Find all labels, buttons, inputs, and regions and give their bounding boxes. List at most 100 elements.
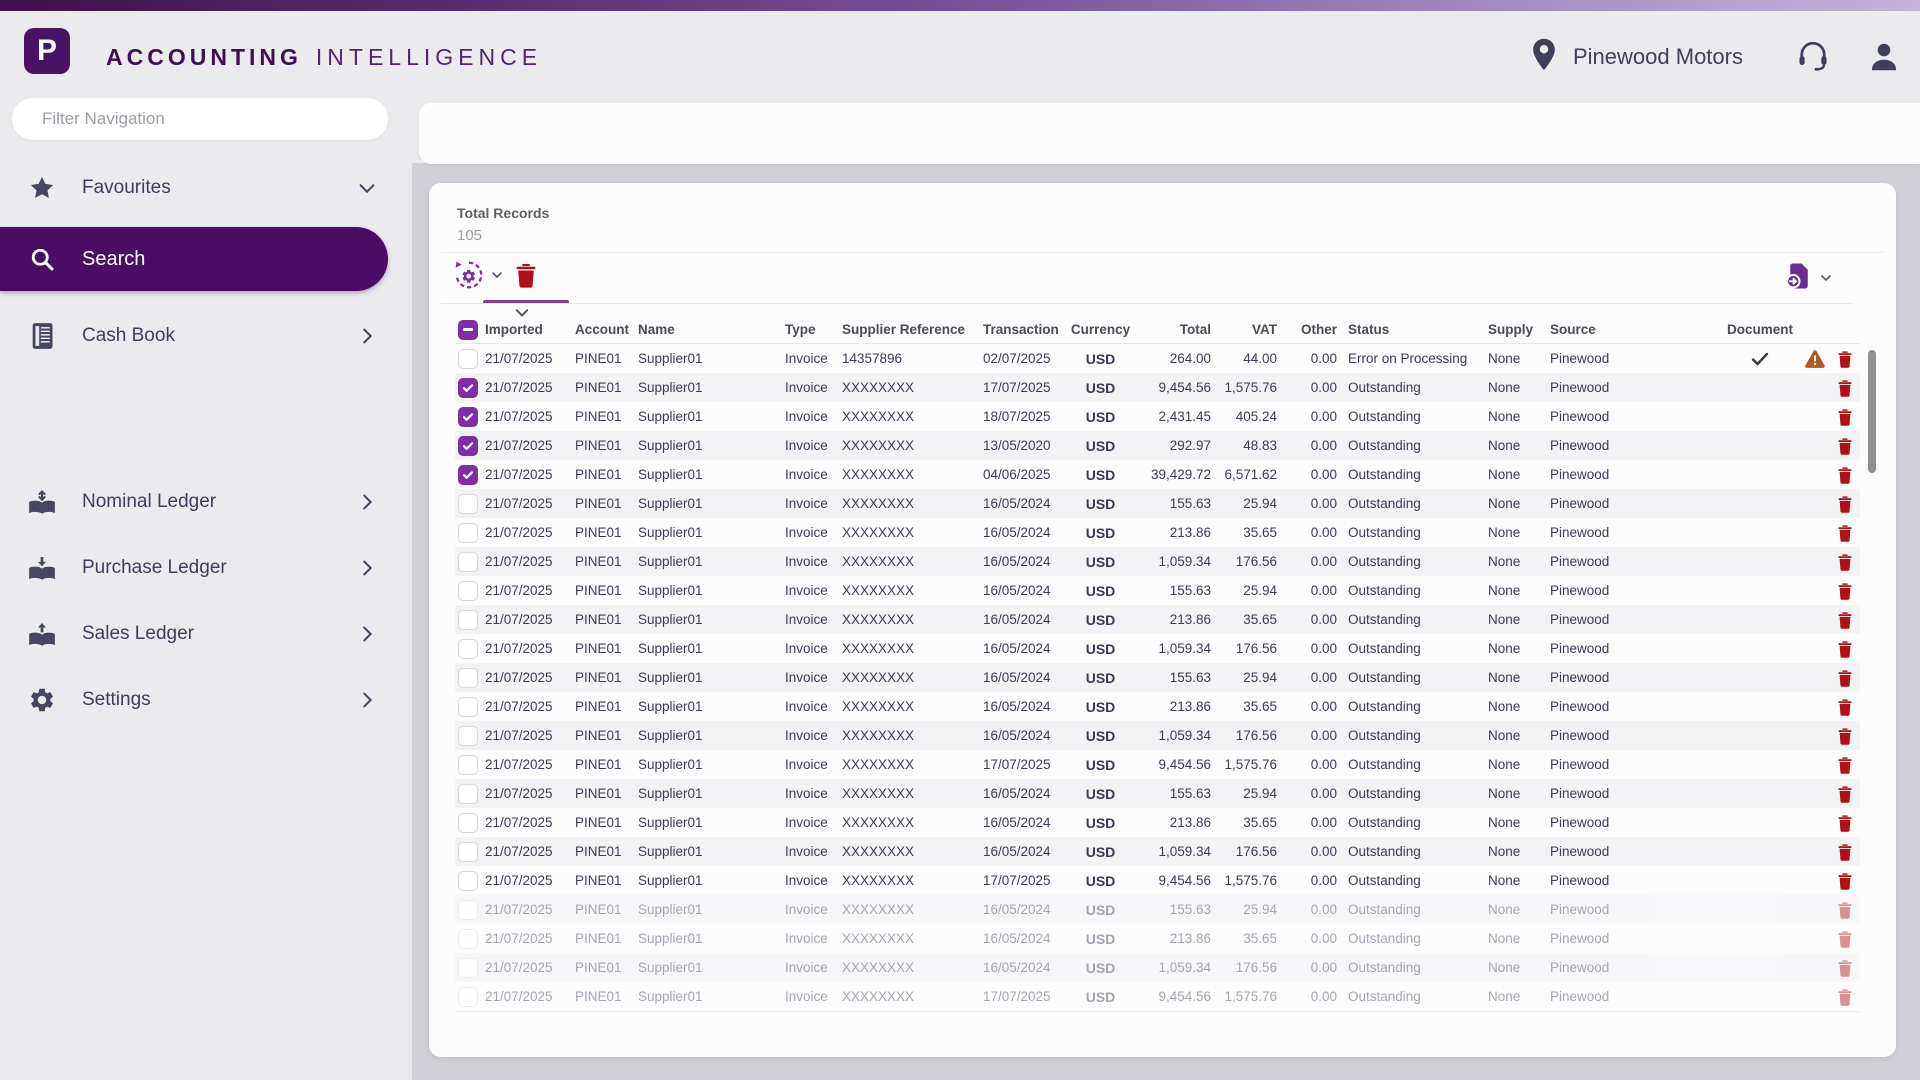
delete-row-icon[interactable] xyxy=(1837,756,1853,774)
cell-supply: None xyxy=(1488,786,1521,801)
row-checkbox[interactable] xyxy=(458,986,478,1007)
delete-row-icon[interactable] xyxy=(1837,408,1853,426)
delete-row-icon[interactable] xyxy=(1837,872,1853,890)
cell-type: Invoice xyxy=(785,496,828,511)
cell-supply: None xyxy=(1488,496,1521,511)
cell-name: Supplier01 xyxy=(638,525,703,540)
row-checkbox[interactable] xyxy=(458,609,478,630)
row-checkbox[interactable] xyxy=(458,841,478,862)
column-header-name[interactable]: Name xyxy=(638,322,785,337)
app-logo[interactable]: P xyxy=(24,28,70,74)
delete-row-icon[interactable] xyxy=(1837,959,1853,977)
row-checkbox[interactable] xyxy=(458,725,478,746)
row-checkbox[interactable] xyxy=(458,464,478,485)
row-checkbox[interactable] xyxy=(458,638,478,659)
divider xyxy=(441,252,1884,253)
column-header-vat[interactable]: VAT xyxy=(1218,322,1284,337)
delete-row-icon[interactable] xyxy=(1837,669,1853,687)
column-header-transaction[interactable]: Transaction xyxy=(983,322,1068,337)
user-avatar-icon[interactable] xyxy=(1866,38,1902,74)
filter-navigation-input[interactable] xyxy=(12,98,388,140)
delete-row-icon[interactable] xyxy=(1837,466,1853,484)
row-checkbox[interactable] xyxy=(458,754,478,775)
row-checkbox[interactable] xyxy=(458,928,478,949)
delete-row-icon[interactable] xyxy=(1837,524,1853,542)
row-checkbox[interactable] xyxy=(458,551,478,572)
divider xyxy=(441,303,1853,304)
row-checkbox[interactable] xyxy=(458,580,478,601)
delete-row-icon[interactable] xyxy=(1837,843,1853,861)
cell-imported: 21/07/2025 xyxy=(485,554,553,569)
cell-supply: None xyxy=(1488,641,1521,656)
delete-row-icon[interactable] xyxy=(1837,988,1853,1006)
sync-settings-icon[interactable] xyxy=(453,259,485,291)
column-header-supply[interactable]: Supply xyxy=(1488,322,1550,337)
row-checkbox[interactable] xyxy=(458,696,478,717)
column-header-supplier-reference[interactable]: Supplier Reference xyxy=(842,322,983,337)
chevron-down-icon[interactable] xyxy=(1818,270,1834,286)
cell-total: 264.00 xyxy=(1169,351,1211,366)
table-row: 21/07/2025 PINE01 Supplier01 Invoice XXX… xyxy=(455,866,1860,895)
delete-row-icon[interactable] xyxy=(1837,640,1853,658)
sidebar-item-cash-book[interactable]: Cash Book xyxy=(0,310,412,362)
column-header-status[interactable]: Status xyxy=(1344,322,1488,337)
column-header-other[interactable]: Other xyxy=(1284,322,1344,337)
delete-row-icon[interactable] xyxy=(1837,814,1853,832)
cell-total: 213.86 xyxy=(1169,815,1211,830)
delete-row-icon[interactable] xyxy=(1837,553,1853,571)
row-checkbox[interactable] xyxy=(458,348,478,369)
support-headset-icon[interactable] xyxy=(1795,38,1831,74)
delete-row-icon[interactable] xyxy=(1837,379,1853,397)
cell-supply: None xyxy=(1488,438,1521,453)
delete-row-icon[interactable] xyxy=(1837,930,1853,948)
cell-name: Supplier01 xyxy=(638,612,703,627)
row-checkbox[interactable] xyxy=(458,957,478,978)
delete-row-icon[interactable] xyxy=(1837,437,1853,455)
sidebar-item-purchase-ledger[interactable]: Purchase Ledger xyxy=(0,542,412,594)
column-header-document[interactable]: Document xyxy=(1720,322,1800,337)
row-checkbox[interactable] xyxy=(458,493,478,514)
company-selector[interactable]: Pinewood Motors xyxy=(1573,11,1743,103)
table-row: 21/07/2025 PINE01 Supplier01 Invoice XXX… xyxy=(455,605,1860,634)
row-checkbox[interactable] xyxy=(458,522,478,543)
delete-row-icon[interactable] xyxy=(1837,698,1853,716)
delete-row-icon[interactable] xyxy=(1837,582,1853,600)
vertical-scrollbar-thumb[interactable] xyxy=(1868,350,1876,473)
delete-row-icon[interactable] xyxy=(1837,611,1853,629)
cell-account: PINE01 xyxy=(575,989,622,1004)
cell-supply: None xyxy=(1488,554,1521,569)
sidebar-item-search[interactable]: Search xyxy=(0,227,388,291)
row-checkbox[interactable] xyxy=(458,783,478,804)
delete-row-icon[interactable] xyxy=(1837,901,1853,919)
column-header-imported[interactable]: Imported xyxy=(485,322,575,337)
column-header-type[interactable]: Type xyxy=(785,322,842,337)
column-header-currency[interactable]: Currency xyxy=(1068,322,1133,337)
row-checkbox[interactable] xyxy=(458,870,478,891)
location-pin-icon[interactable] xyxy=(1531,37,1557,73)
sidebar-item-nominal-ledger[interactable]: Nominal Ledger xyxy=(0,476,412,528)
column-header-account[interactable]: Account xyxy=(575,322,638,337)
cell-total: 213.86 xyxy=(1169,612,1211,627)
delete-row-icon[interactable] xyxy=(1837,350,1853,368)
row-checkbox[interactable] xyxy=(458,406,478,427)
column-header-source[interactable]: Source xyxy=(1550,322,1720,337)
column-header-total[interactable]: Total xyxy=(1133,322,1218,337)
cell-status: Outstanding xyxy=(1348,844,1421,859)
delete-selected-icon[interactable] xyxy=(514,262,538,288)
row-checkbox[interactable] xyxy=(458,435,478,456)
cell-type: Invoice xyxy=(785,728,828,743)
delete-row-icon[interactable] xyxy=(1837,495,1853,513)
delete-row-icon[interactable] xyxy=(1837,727,1853,745)
select-all-checkbox[interactable] xyxy=(458,319,478,340)
row-checkbox[interactable] xyxy=(458,899,478,920)
cell-currency: USD xyxy=(1085,727,1116,744)
row-checkbox[interactable] xyxy=(458,377,478,398)
sidebar-item-settings[interactable]: Settings xyxy=(0,674,412,726)
export-document-icon[interactable] xyxy=(1784,261,1814,291)
sidebar-item-favourites[interactable]: Favourites xyxy=(0,162,412,214)
row-checkbox[interactable] xyxy=(458,667,478,688)
row-checkbox[interactable] xyxy=(458,812,478,833)
delete-row-icon[interactable] xyxy=(1837,785,1853,803)
sidebar-item-sales-ledger[interactable]: Sales Ledger xyxy=(0,608,412,660)
chevron-down-icon[interactable] xyxy=(489,267,505,283)
